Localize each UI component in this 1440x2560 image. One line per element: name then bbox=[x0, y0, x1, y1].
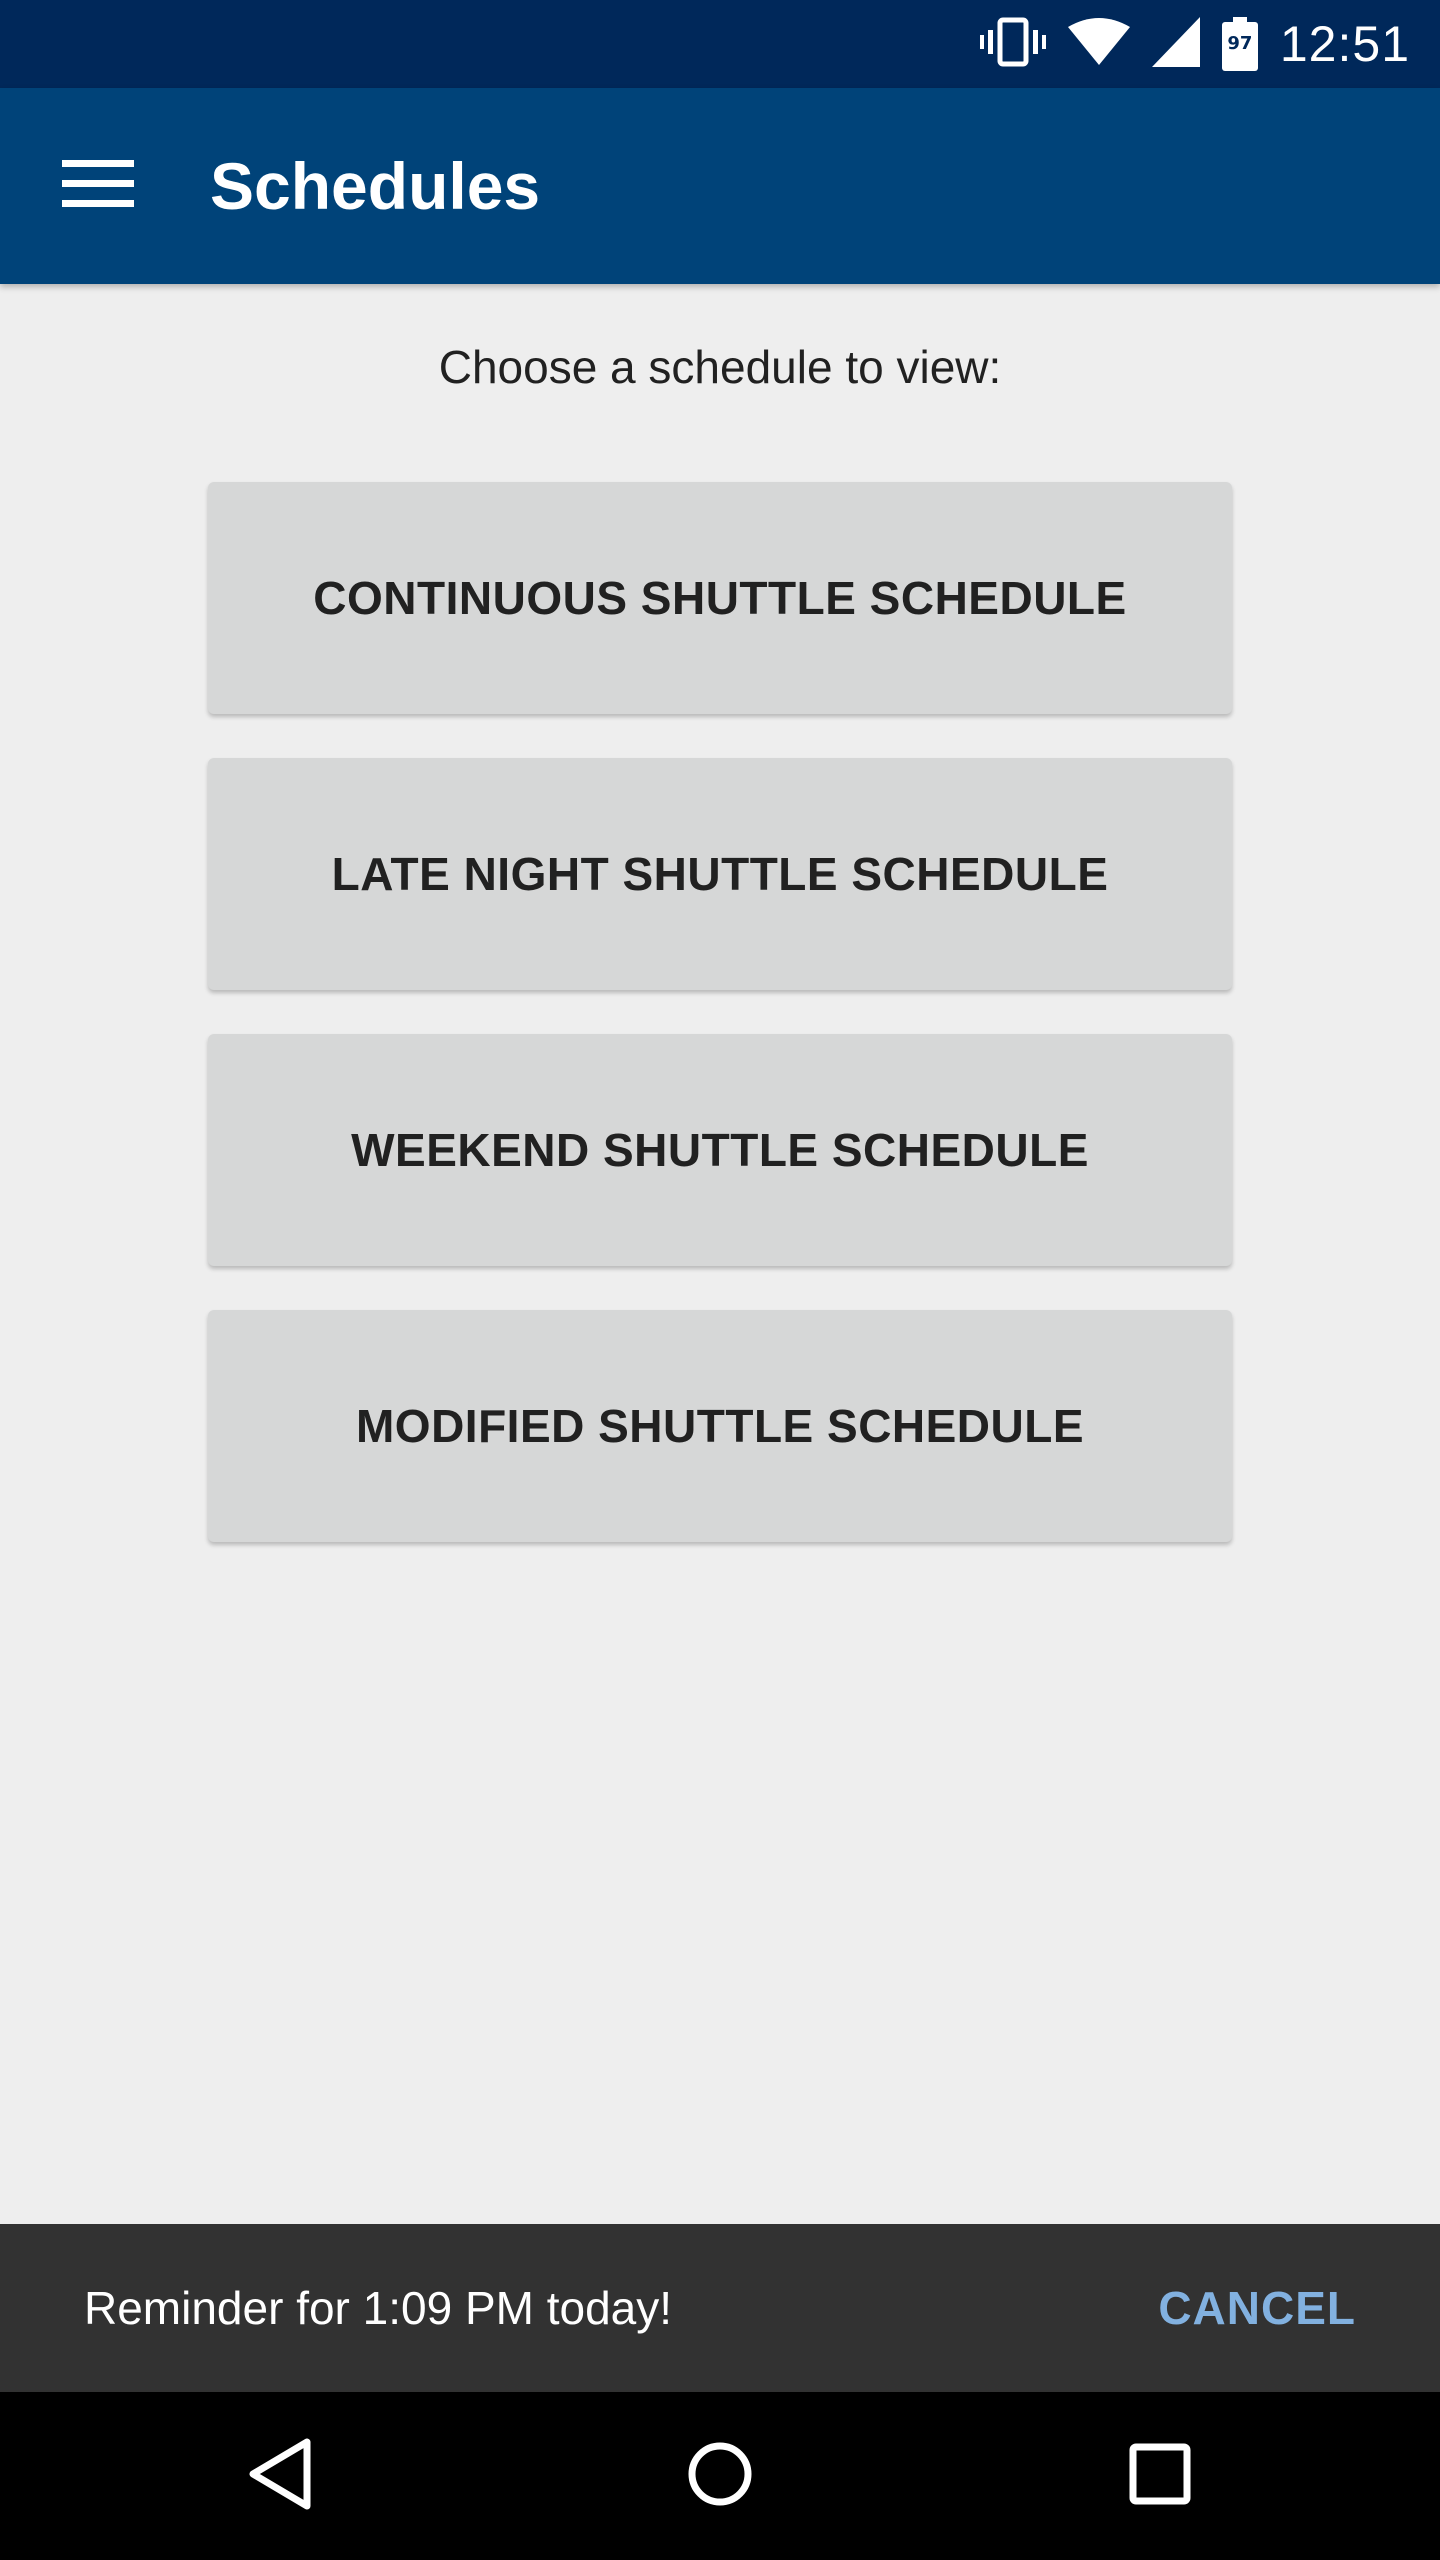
hamburger-menu-icon bbox=[62, 158, 134, 215]
home-icon bbox=[685, 2439, 755, 2514]
late-night-shuttle-schedule-button[interactable]: LATE NIGHT SHUTTLE SCHEDULE bbox=[208, 758, 1232, 990]
continuous-shuttle-schedule-button[interactable]: CONTINUOUS SHUTTLE SCHEDULE bbox=[208, 482, 1232, 714]
modified-shuttle-schedule-button[interactable]: MODIFIED SHUTTLE SCHEDULE bbox=[208, 1310, 1232, 1542]
status-icons: 97 12:51 bbox=[979, 0, 1410, 88]
battery-icon: 97 bbox=[1221, 17, 1258, 71]
recents-icon bbox=[1128, 2442, 1192, 2511]
snackbar-cancel-button[interactable]: CANCEL bbox=[1158, 2224, 1356, 2392]
menu-button[interactable] bbox=[44, 132, 152, 240]
battery-level: 97 bbox=[1227, 33, 1253, 54]
vibrate-icon bbox=[979, 16, 1046, 73]
status-bar: 97 12:51 bbox=[0, 0, 1440, 88]
home-button[interactable] bbox=[660, 2416, 780, 2536]
app-bar: Schedules bbox=[0, 88, 1440, 284]
weekend-shuttle-schedule-button[interactable]: WEEKEND SHUTTLE SCHEDULE bbox=[208, 1034, 1232, 1266]
wifi-icon bbox=[1067, 17, 1130, 72]
recents-button[interactable] bbox=[1100, 2416, 1220, 2536]
snackbar-message: Reminder for 1:09 PM today! bbox=[84, 2282, 673, 2334]
cell-signal-icon bbox=[1151, 16, 1200, 72]
status-time: 12:51 bbox=[1279, 16, 1410, 72]
back-button[interactable] bbox=[220, 2416, 340, 2536]
snackbar: Reminder for 1:09 PM today! CANCEL bbox=[0, 2224, 1440, 2392]
navigation-bar bbox=[0, 2392, 1440, 2560]
back-icon bbox=[245, 2436, 315, 2517]
page-title: Schedules bbox=[210, 149, 541, 223]
schedule-prompt: Choose a schedule to view: bbox=[438, 341, 1002, 393]
